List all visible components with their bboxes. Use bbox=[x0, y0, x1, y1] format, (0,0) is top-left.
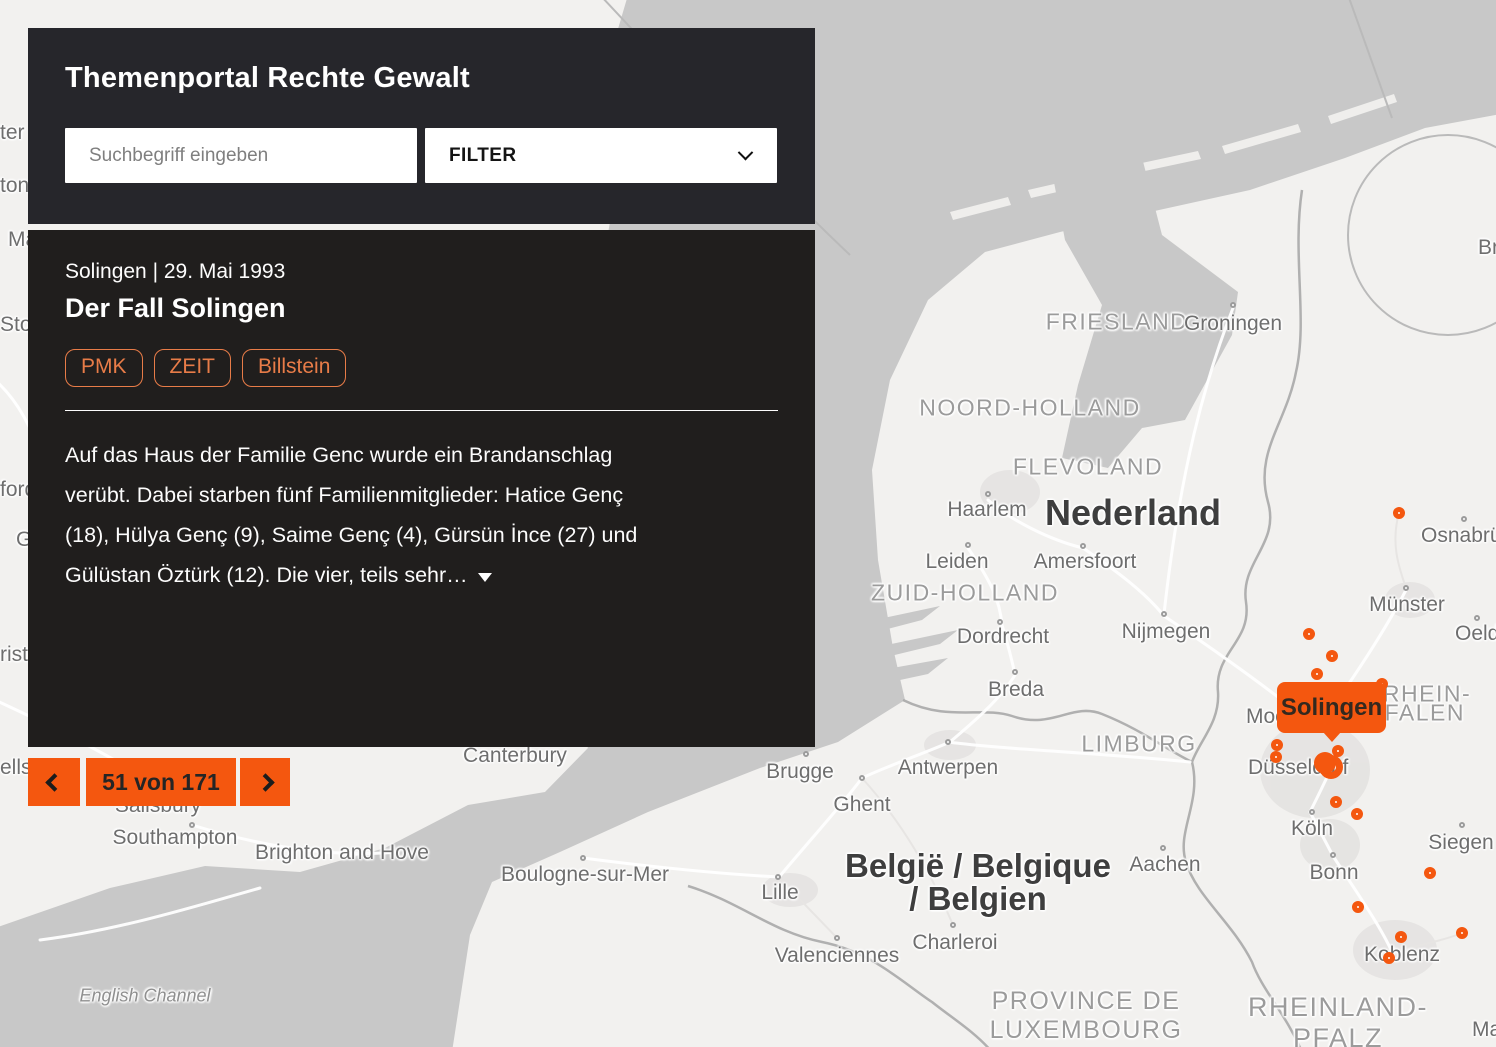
pagination: 51 von 171 bbox=[28, 758, 290, 806]
event-marker[interactable] bbox=[1424, 867, 1436, 879]
previous-case-button[interactable] bbox=[28, 758, 80, 806]
next-case-button[interactable] bbox=[240, 758, 290, 806]
tag-zeit[interactable]: ZEIT bbox=[154, 349, 232, 387]
event-marker[interactable] bbox=[1383, 952, 1395, 964]
divider bbox=[65, 410, 778, 411]
map-canvas[interactable]: FRIESLANDNOORD-HOLLANDFLEVOLANDZUID-HOLL… bbox=[0, 0, 1496, 1047]
case-meta: Solingen | 29. Mai 1993 bbox=[65, 260, 778, 284]
event-marker[interactable] bbox=[1271, 739, 1283, 751]
case-description-text: Auf das Haus der Familie Genc wurde ein … bbox=[65, 443, 637, 587]
event-marker[interactable] bbox=[1270, 751, 1282, 763]
chevron-right-icon bbox=[256, 773, 274, 791]
event-marker[interactable] bbox=[1326, 650, 1338, 662]
event-marker[interactable] bbox=[1303, 628, 1315, 640]
chevron-down-icon bbox=[738, 145, 754, 161]
tag-row: PMK ZEIT Billstein bbox=[65, 349, 778, 387]
event-marker[interactable] bbox=[1393, 507, 1405, 519]
app-title: Themenportal Rechte Gewalt bbox=[65, 62, 778, 95]
pagination-label: 51 von 171 bbox=[86, 758, 236, 806]
case-card: Solingen | 29. Mai 1993 Der Fall Solinge… bbox=[28, 230, 815, 747]
event-marker[interactable] bbox=[1314, 752, 1336, 774]
event-marker[interactable] bbox=[1330, 796, 1342, 808]
selected-location-text: Solingen bbox=[1281, 694, 1382, 722]
event-marker[interactable] bbox=[1311, 668, 1323, 680]
event-marker[interactable] bbox=[1456, 927, 1468, 939]
chevron-left-icon bbox=[45, 773, 63, 791]
tooltip-tail-icon bbox=[1323, 732, 1341, 742]
event-marker[interactable] bbox=[1351, 808, 1363, 820]
header-panel: Themenportal Rechte Gewalt FILTER bbox=[28, 28, 815, 224]
filter-label: FILTER bbox=[449, 145, 516, 167]
search-row: FILTER bbox=[65, 128, 778, 183]
filter-dropdown[interactable]: FILTER bbox=[425, 128, 777, 183]
event-marker[interactable] bbox=[1395, 931, 1407, 943]
search-input[interactable] bbox=[65, 128, 417, 183]
tag-pmk[interactable]: PMK bbox=[65, 349, 143, 387]
expand-text-toggle-icon[interactable] bbox=[478, 573, 492, 582]
case-description: Auf das Haus der Familie Genc wurde ein … bbox=[65, 435, 778, 595]
event-marker[interactable] bbox=[1352, 901, 1364, 913]
selected-location-label[interactable]: Solingen bbox=[1277, 682, 1386, 733]
tag-billstein[interactable]: Billstein bbox=[242, 349, 346, 387]
case-title: Der Fall Solingen bbox=[65, 293, 778, 324]
